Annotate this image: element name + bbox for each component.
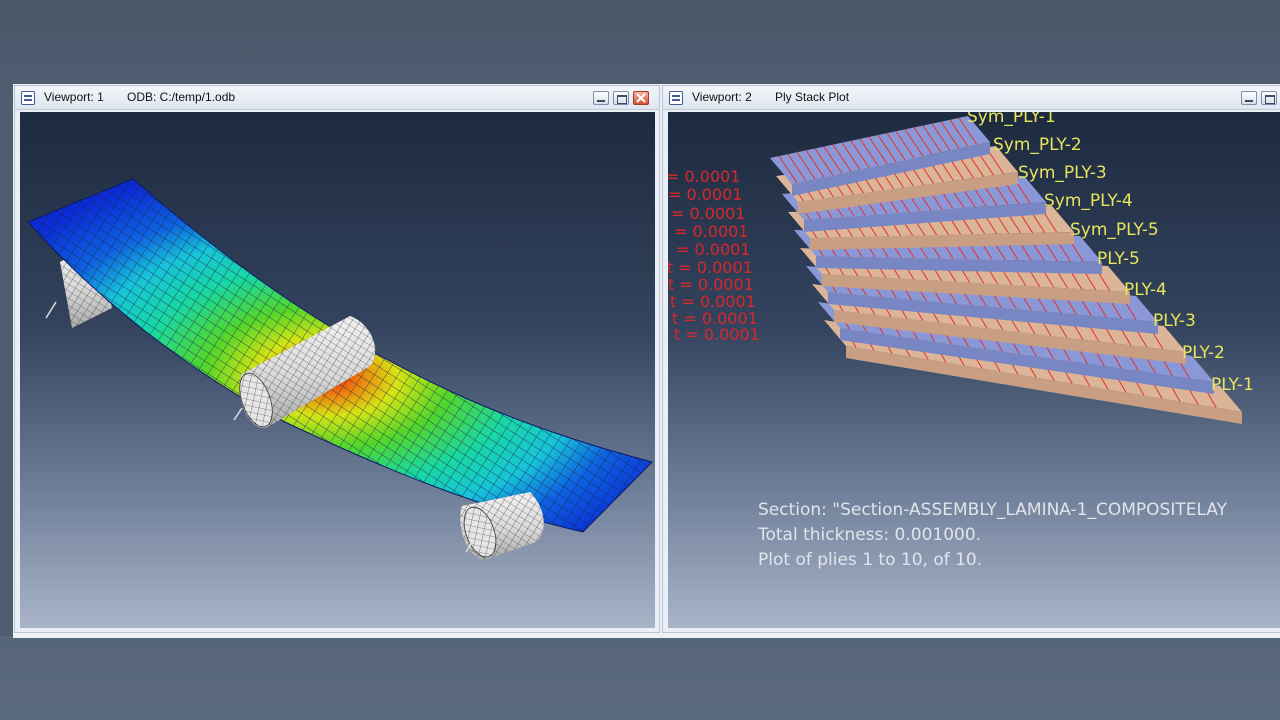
ply-thickness-label: = 0.0001	[668, 167, 741, 186]
total-thickness-text: Total thickness: 0.001000.	[758, 525, 982, 545]
ply-label: PLY-2	[1182, 343, 1225, 363]
ply-label: Sym_PLY-1	[967, 112, 1056, 127]
ply-label: PLY-5	[1097, 249, 1140, 269]
desktop-background-top	[0, 0, 1280, 86]
viewport-1-window[interactable]: Viewport: 1 ODB: C:/temp/1.odb	[14, 85, 660, 633]
ply-label: PLY-4	[1124, 280, 1167, 300]
viewport-2-canvas[interactable]: Sym_PLY-1 Sym_PLY-2 Sym_PLY-3 Sym_PLY-4 …	[668, 112, 1280, 628]
viewport-2-window[interactable]: Viewport: 2 Ply Stack Plot Sym_PLY-1 Sym…	[662, 85, 1280, 633]
ply-label: Sym_PLY-4	[1044, 191, 1133, 211]
viewport-1-title: Viewport: 1	[44, 90, 104, 104]
plies-range-text: Plot of plies 1 to 10, of 10.	[758, 550, 983, 570]
viewport-2-titlebar[interactable]: Viewport: 2 Ply Stack Plot	[663, 86, 1280, 110]
viewport-icon[interactable]	[669, 91, 683, 105]
fea-contour-model	[27, 178, 653, 560]
desktop-background-bottom	[0, 636, 1280, 720]
ply-label: PLY-1	[1211, 375, 1254, 395]
viewport-1-canvas[interactable]	[20, 112, 655, 628]
viewport-2-title: Viewport: 2	[692, 90, 752, 104]
section-name-text: Section: "Section-ASSEMBLY_LAMINA-1_COMP…	[758, 500, 1228, 520]
ply-label: Sym_PLY-5	[1070, 220, 1159, 240]
close-icon[interactable]	[633, 91, 649, 105]
viewport-2-plot-name: Ply Stack Plot	[775, 90, 850, 104]
minimize-icon[interactable]	[1241, 91, 1257, 105]
viewport-1-odb-path: ODB: C:/temp/1.odb	[127, 90, 236, 104]
ply-thickness-label: = 0.0001	[676, 240, 751, 259]
viewport-1-titlebar[interactable]: Viewport: 1 ODB: C:/temp/1.odb	[15, 86, 659, 110]
minimize-icon[interactable]	[593, 91, 609, 105]
ply-thickness-label: t = 0.0001	[674, 325, 760, 344]
restore-icon[interactable]	[1261, 91, 1277, 105]
ply-thickness-label: = 0.0001	[671, 204, 746, 223]
viewport-icon[interactable]	[21, 91, 35, 105]
ply-label: Sym_PLY-3	[1018, 163, 1107, 183]
restore-icon[interactable]	[613, 91, 629, 105]
ply-thickness-label: = 0.0001	[674, 222, 749, 241]
ply-label: PLY-3	[1153, 311, 1196, 331]
ply-label: Sym_PLY-2	[993, 135, 1082, 155]
right-support-roller	[460, 492, 544, 560]
ply-thickness-label: = 0.0001	[668, 185, 743, 204]
